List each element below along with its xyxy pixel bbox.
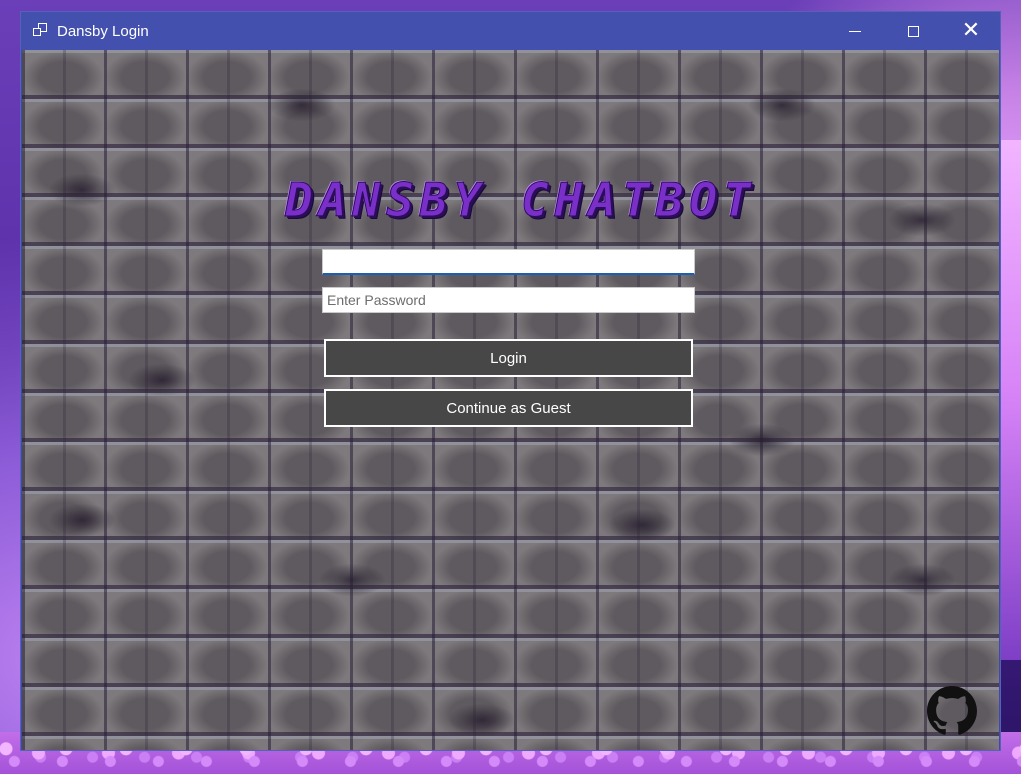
desktop-wallpaper-edge <box>999 140 1021 660</box>
maximize-button[interactable] <box>884 12 942 50</box>
github-icon[interactable] <box>927 686 977 736</box>
window-title: Dansby Login <box>57 22 149 40</box>
close-icon: ✕ <box>961 18 981 43</box>
login-window: Dansby Login ✕ DANSBY CHATBOT Login Cont… <box>20 11 1001 751</box>
username-input[interactable] <box>322 249 695 275</box>
minimize-button[interactable] <box>826 12 884 50</box>
close-button[interactable]: ✕ <box>942 12 1000 50</box>
login-panel: DANSBY CHATBOT Login Continue as Guest <box>22 50 999 750</box>
window-controls: ✕ <box>826 12 1000 50</box>
app-logo: DANSBY CHATBOT <box>285 173 757 228</box>
password-input[interactable] <box>322 287 695 313</box>
guest-button[interactable]: Continue as Guest <box>324 389 693 427</box>
title-bar[interactable]: Dansby Login ✕ <box>21 12 1000 50</box>
login-button[interactable]: Login <box>324 339 693 377</box>
app-icon <box>33 23 49 39</box>
minimize-icon <box>849 30 861 32</box>
maximize-icon <box>907 25 919 37</box>
